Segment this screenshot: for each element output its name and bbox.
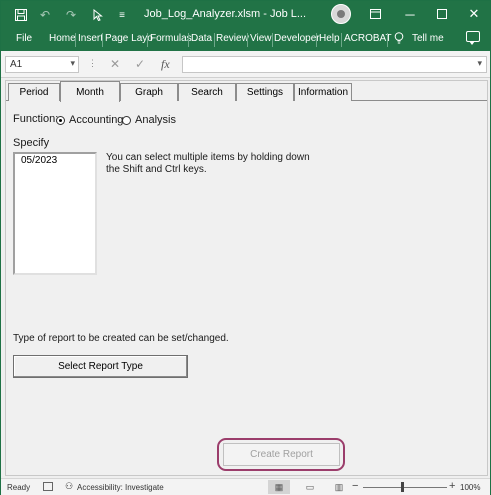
ribbon-tab-review[interactable]: Review [216,33,249,44]
analyzer-form: Period Month Graph Search Settings Infor… [5,80,488,476]
window-title: Job_Log_Analyzer.xlsm - Job L... [144,8,307,20]
ribbon-tab-developer[interactable]: Developer [274,33,320,44]
minimize-icon[interactable]: ─ [400,5,420,23]
form-tabstrip: Period Month Graph Search Settings Infor… [6,81,487,102]
zoom-in-icon[interactable]: + [449,480,455,492]
ribbon-tab-view[interactable]: View [250,33,272,44]
list-item[interactable]: 05/2023 [21,155,57,166]
enter-formula-icon[interactable]: ✓ [135,57,145,71]
ribbon-tab-insert[interactable]: Insert [78,33,103,44]
excel-window: ↶ ↷ ≡ Job_Log_Analyzer.xlsm - Job L... ─… [0,0,491,495]
name-box[interactable]: A1 ▾ [5,56,79,73]
zoom-out-icon[interactable]: − [352,480,358,492]
ribbon-tabs: File Home Insert Page Layo Formulas Data… [1,29,490,51]
expand-formula-icon[interactable]: ▾ [477,58,482,69]
radio-analysis-label: Analysis [135,114,176,126]
ribbon-separator [75,33,76,47]
select-report-type-button[interactable]: Select Report Type [13,355,188,378]
lightbulb-icon[interactable] [394,32,404,48]
save-icon[interactable] [13,7,29,23]
ribbon-separator [247,33,248,47]
ribbon-tab-page-layout[interactable]: Page Layo [105,33,153,44]
status-bar: Ready ⚇ Accessibility: Investigate ▦ ▭ ▥… [1,478,490,495]
insert-function-icon[interactable]: fx [161,57,170,72]
ribbon-separator [147,33,148,47]
chevron-down-icon[interactable]: ▾ [70,58,75,69]
sheet-icon[interactable] [43,482,53,491]
more-options-icon[interactable]: ⋮ [88,58,97,69]
ribbon-separator [102,33,103,47]
function-label: Function: [13,113,59,125]
customize-icon[interactable]: ≡ [114,7,130,23]
zoom-level[interactable]: 100% [460,483,480,492]
ribbon-tab-help[interactable]: Help [319,33,340,44]
radio-analysis[interactable]: Analysis [122,114,176,126]
ribbon-separator [214,33,215,47]
ribbon-tab-data[interactable]: Data [191,33,212,44]
user-avatar[interactable] [331,4,351,24]
ribbon-separator [316,33,317,47]
create-report-button[interactable]: Create Report [223,443,340,466]
tab-search[interactable]: Search [178,83,236,101]
formula-input[interactable]: ▾ [182,56,487,73]
ribbon-tab-home[interactable]: Home [49,33,76,44]
accessibility-icon[interactable]: ⚇ [65,481,73,492]
tab-period[interactable]: Period [8,83,60,101]
title-bar: ↶ ↷ ≡ Job_Log_Analyzer.xlsm - Job L... ─… [1,1,490,29]
ribbon-tab-formulas[interactable]: Formulas [150,33,192,44]
radio-dot-selected [56,115,65,125]
cancel-formula-icon[interactable]: ✕ [110,57,120,71]
tab-information[interactable]: Information [294,83,352,101]
normal-view-icon[interactable]: ▦ [268,480,290,494]
radio-accounting[interactable]: Accounting [56,114,123,126]
formula-bar: A1 ▾ ⋮ ✕ ✓ fx ▾ [1,51,490,78]
status-ready: Ready [7,483,31,492]
undo-icon[interactable]: ↶ [37,7,53,23]
accessibility-status[interactable]: Accessibility: Investigate [77,483,164,492]
ribbon-display-icon[interactable] [365,5,385,23]
tab-graph[interactable]: Graph [120,83,178,101]
redo-icon[interactable]: ↷ [63,7,79,23]
tab-month[interactable]: Month [60,81,120,102]
month-listbox[interactable]: 05/2023 [13,152,97,275]
zoom-slider-thumb[interactable] [401,482,404,492]
ribbon-tab-acrobat[interactable]: ACROBAT [344,33,392,44]
name-box-value: A1 [10,59,23,70]
specify-label: Specify [13,137,50,149]
close-icon[interactable]: ✕ [464,5,484,23]
selection-hint: You can select multiple items by holding… [106,152,310,175]
tell-me-search[interactable]: Tell me [412,33,444,44]
ribbon-tab-file[interactable]: File [16,33,32,44]
tab-settings[interactable]: Settings [236,83,294,101]
ribbon-separator [188,33,189,47]
comment-icon[interactable] [466,31,480,45]
ribbon-separator [272,33,273,47]
radio-accounting-label: Accounting [69,114,124,126]
radio-dot [122,115,131,125]
page-break-view-icon[interactable]: ▥ [328,480,350,494]
zoom-slider[interactable] [363,487,447,488]
report-type-label: Type of report to be created can be set/… [13,333,229,344]
page-layout-view-icon[interactable]: ▭ [299,480,321,494]
maximize-icon[interactable] [432,5,452,23]
ribbon-separator [387,33,388,47]
pointer-icon[interactable] [90,7,106,23]
ribbon-separator [341,33,342,47]
